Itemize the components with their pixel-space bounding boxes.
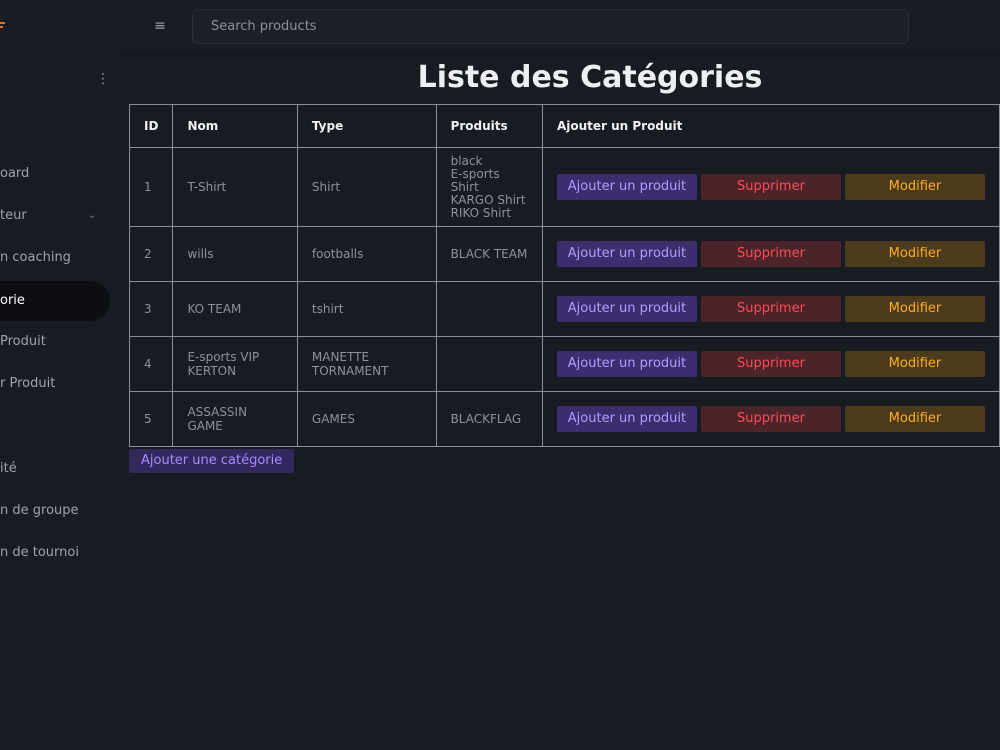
- column-header-type: Type: [296, 104, 437, 148]
- hamburger-menu-icon[interactable]: ≡: [150, 16, 170, 36]
- add-product-button[interactable]: Ajouter un produit: [556, 406, 697, 432]
- sidebar-item-label: r Produit: [0, 376, 56, 391]
- add-product-button[interactable]: Ajouter un produit: [556, 174, 697, 200]
- table-body: 1 T-Shirt Shirt black E-sports Shirt KARGO Sh…: [128, 147, 1000, 447]
- table-row: 3 KO TEAM tshirt Ajouter un produit Supprime…: [128, 281, 1000, 337]
- cell-id: 2: [128, 226, 174, 282]
- sidebar-item-dashboard[interactable]: oard: [0, 154, 110, 194]
- column-header-id: ID: [128, 104, 174, 148]
- edit-button[interactable]: Modifier: [844, 351, 985, 377]
- cell-nom: wills: [172, 226, 298, 282]
- sidebar-item-categorie[interactable]: orie: [0, 281, 110, 321]
- cell-produits: black E-sports Shirt KARGO Shirt RIKO Shirt: [435, 147, 543, 227]
- cell-actions: Ajouter un produit Supprimer Modifier: [541, 147, 1000, 227]
- chevron-down-icon: ⌄: [88, 210, 97, 221]
- sidebar-item-label: n de tournoi: [0, 545, 79, 560]
- column-header-produits: Produits: [435, 104, 543, 148]
- product-list-item: E-sports Shirt: [450, 166, 500, 194]
- table-row: 5 ASSASSIN GAME GAMES BLACKFLAG Ajouter un p…: [128, 391, 1000, 447]
- edit-button[interactable]: Modifier: [844, 296, 985, 322]
- cell-nom: T-Shirt: [172, 147, 298, 227]
- add-product-button[interactable]: Ajouter un produit: [556, 296, 697, 322]
- page-title: Liste des Catégories: [417, 60, 763, 95]
- product-list-item: black: [450, 153, 483, 168]
- table-row: 2 wills footballs BLACK TEAM Ajouter un prod…: [128, 226, 1000, 282]
- cell-type: tshirt: [296, 281, 437, 337]
- column-header-ajouter-produit: Ajouter un Produit: [541, 104, 1000, 148]
- sidebar-item-label: oard: [0, 166, 30, 181]
- cell-produits: [435, 281, 543, 337]
- brand-logo-icon: [0, 22, 5, 28]
- add-product-button[interactable]: Ajouter un produit: [556, 351, 697, 377]
- cell-actions: Ajouter un produit Supprimer Modifier: [541, 226, 1000, 282]
- cell-type: GAMES: [296, 391, 437, 447]
- cell-id: 3: [128, 281, 174, 337]
- edit-button[interactable]: Modifier: [844, 174, 985, 200]
- cell-id: 1: [128, 147, 174, 227]
- cell-actions: Ajouter un produit Supprimer Modifier: [541, 336, 1000, 392]
- column-header-nom: Nom: [172, 104, 298, 148]
- sidebar-item-gestion-groupe[interactable]: n de groupe: [0, 491, 110, 531]
- product-list-item: KARGO Shirt: [450, 192, 526, 207]
- add-product-button[interactable]: Ajouter un produit: [556, 241, 697, 267]
- cell-type: MANETTE TORNAMENT: [296, 336, 437, 392]
- sidebar-item-label: n coaching: [0, 250, 71, 265]
- more-options-icon[interactable]: ⋮: [96, 70, 110, 88]
- app: ⋮ oard teur ⌄ n coaching orie Produit r …: [0, 0, 1000, 750]
- edit-button[interactable]: Modifier: [844, 241, 985, 267]
- sidebar-item-activite[interactable]: ité: [0, 449, 110, 489]
- cell-produits: BLACKFLAG: [435, 391, 543, 447]
- cell-nom: E-sports VIP KERTON: [172, 336, 298, 392]
- cell-nom: ASSASSIN GAME: [172, 391, 298, 447]
- cell-actions: Ajouter un produit Supprimer Modifier: [541, 281, 1000, 337]
- sidebar-item-utilisateur[interactable]: teur ⌄: [0, 196, 110, 236]
- product-list-item: RIKO Shirt: [450, 205, 512, 220]
- sidebar-item-label: teur: [0, 208, 27, 223]
- cell-type: footballs: [296, 226, 437, 282]
- search-bar: [192, 9, 909, 44]
- search-input[interactable]: [193, 10, 908, 43]
- sidebar-item-coaching[interactable]: n coaching: [0, 238, 110, 278]
- sidebar-item-label: Produit: [0, 334, 46, 349]
- edit-button[interactable]: Modifier: [844, 406, 985, 432]
- table-header-row: ID Nom Type Produits Ajouter un Produit: [128, 104, 1000, 148]
- add-category-button[interactable]: Ajouter une catégorie: [129, 449, 295, 473]
- sidebar-item-ajouter-produit[interactable]: r Produit: [0, 364, 110, 404]
- table-row: 1 T-Shirt Shirt black E-sports Shirt KARGO Sh…: [128, 147, 1000, 227]
- sidebar-item-gestion-tournoi[interactable]: n de tournoi: [0, 533, 110, 573]
- row-actions: Ajouter un produit Supprimer Modifier: [556, 241, 985, 267]
- row-actions: Ajouter un produit Supprimer Modifier: [556, 296, 985, 322]
- product-list: black E-sports Shirt KARGO Shirt RIKO Shirt: [450, 153, 528, 220]
- cell-nom: KO TEAM: [172, 281, 298, 337]
- row-actions: Ajouter un produit Supprimer Modifier: [556, 174, 985, 200]
- row-actions: Ajouter un produit Supprimer Modifier: [556, 351, 985, 377]
- delete-button[interactable]: Supprimer: [700, 351, 841, 377]
- cell-id: 5: [128, 391, 174, 447]
- cell-produits: [435, 336, 543, 392]
- delete-button[interactable]: Supprimer: [700, 296, 841, 322]
- cell-type: Shirt: [296, 147, 437, 227]
- delete-button[interactable]: Supprimer: [700, 406, 841, 432]
- product-list: BLACKFLAG: [450, 411, 528, 426]
- product-list-item: BLACK TEAM: [450, 246, 528, 261]
- categories-table: ID Nom Type Produits Ajouter un Produit …: [128, 104, 1000, 447]
- cell-actions: Ajouter un produit Supprimer Modifier: [541, 391, 1000, 447]
- product-list: BLACK TEAM: [450, 246, 528, 261]
- delete-button[interactable]: Supprimer: [700, 241, 841, 267]
- sidebar-item-produit[interactable]: Produit: [0, 322, 110, 362]
- delete-button[interactable]: Supprimer: [700, 174, 841, 200]
- sidebar-item-label: ité: [0, 461, 17, 476]
- cell-id: 4: [128, 336, 174, 392]
- table-row: 4 E-sports VIP KERTON MANETTE TORNAMENT Ajo…: [128, 336, 1000, 392]
- product-list-item: BLACKFLAG: [450, 411, 522, 426]
- cell-produits: BLACK TEAM: [435, 226, 543, 282]
- row-actions: Ajouter un produit Supprimer Modifier: [556, 406, 985, 432]
- sidebar-item-label: orie: [0, 293, 25, 308]
- sidebar-item-label: n de groupe: [0, 503, 79, 518]
- sidebar: ⋮ oard teur ⌄ n coaching orie Produit r …: [0, 0, 120, 750]
